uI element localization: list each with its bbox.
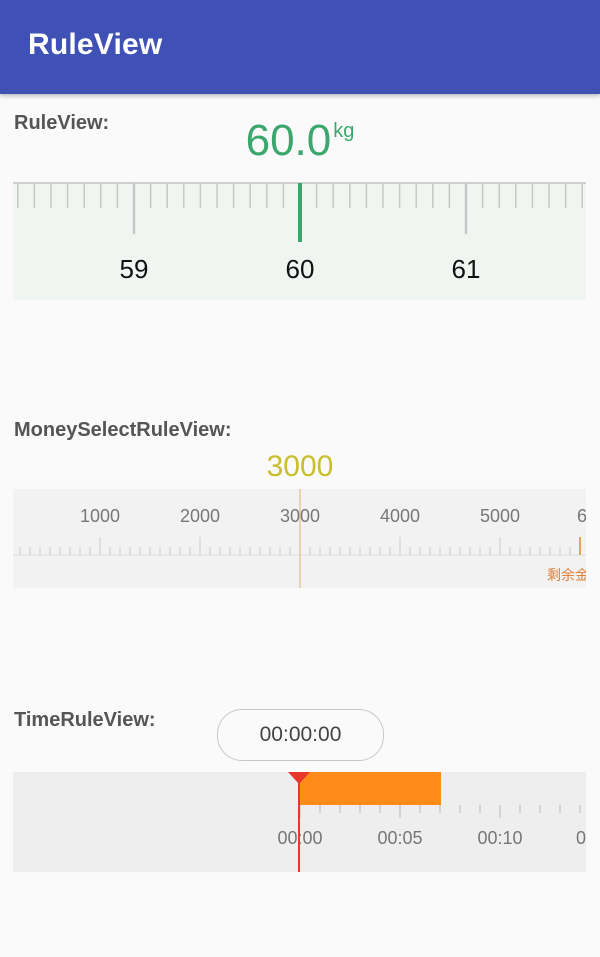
ruleview-value: 60.0 [245, 116, 332, 165]
current-time-text: 00:00:00 [259, 723, 342, 746]
time-ruleview-label: TimeRuleView: [14, 709, 156, 731]
money-tick-label-6000-partial: 6 [577, 506, 586, 526]
app-bar: RuleView [0, 0, 600, 94]
money-tick-label-4000: 4000 [379, 506, 421, 526]
ruleview-label-59: 59 [119, 254, 149, 284]
money-tick-label-3000: 3000 [279, 506, 321, 526]
money-tick-label-1000: 1000 [79, 506, 121, 526]
money-note: 剩余金 [547, 567, 586, 583]
time-cursor-marker-icon[interactable] [288, 772, 310, 784]
app-title: RuleView [28, 28, 163, 61]
money-value: 3000 [266, 450, 334, 483]
recorded-segment [300, 772, 441, 805]
money-tick-label-2000: 2000 [179, 506, 221, 526]
ruleview-unit: kg [333, 120, 355, 142]
time-tick-label-0005: 00:05 [377, 828, 423, 848]
time-tick-label-partial: 0 [576, 828, 586, 848]
money-ruleview-label: MoneySelectRuleView: [14, 419, 232, 441]
ruleview-label-60: 60 [285, 254, 315, 284]
ruleview-value-display: 60.0 kg [0, 116, 600, 166]
time-tick-label-0000: 00:00 [270, 828, 330, 849]
time-cursor-line[interactable] [298, 772, 300, 872]
ruleview-label-61: 61 [451, 254, 481, 284]
money-tick-label-5000: 5000 [479, 506, 521, 526]
time-tick-label-0010: 00:10 [477, 828, 523, 848]
ruleview-scale[interactable]: 59 60 61 [13, 182, 586, 300]
current-time-display: 00:00:00 [217, 709, 384, 761]
money-scale[interactable]: 1000 2000 3000 4000 5000 6 剩余金 [13, 489, 586, 588]
money-ticks [13, 489, 586, 588]
